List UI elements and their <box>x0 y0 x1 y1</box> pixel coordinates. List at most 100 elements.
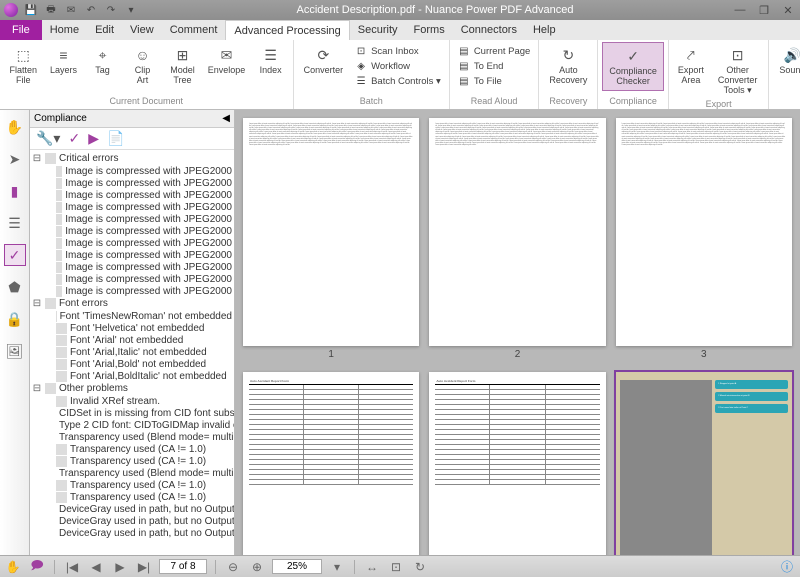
panel-run-icon[interactable]: ▶ <box>88 130 99 147</box>
close-button[interactable]: ✕ <box>780 3 796 17</box>
tree-item[interactable]: Image is compressed with JPEG2000 <box>32 249 232 261</box>
tree-item[interactable]: CIDSet in is missing from CID font subse… <box>32 407 232 419</box>
ribbon-index-button[interactable]: ☰Index <box>253 42 289 79</box>
minimize-button[interactable]: — <box>732 3 748 17</box>
document-view[interactable]: Lorem ipsum dolor sit amet consectetur a… <box>235 110 800 555</box>
status-hand-icon[interactable]: ✋ <box>4 559 22 575</box>
ribbon-workflow-item[interactable]: ◈Workflow <box>353 59 443 73</box>
nav-stamp-icon[interactable]: ⬟ <box>4 276 26 298</box>
nav-hand-icon[interactable]: ✋ <box>4 116 26 138</box>
tree-item[interactable]: Transparency used (CA != 1.0) <box>32 491 232 503</box>
tree-item[interactable]: Image is compressed with JPEG2000 <box>32 273 232 285</box>
nav-compliance-icon[interactable]: ✓ <box>4 244 26 266</box>
tree-item[interactable]: Type 2 CID font: CIDToGIDMap invalid or… <box>32 419 232 431</box>
tree-item[interactable]: Transparency used (Blend mode= multiply… <box>32 467 232 479</box>
tree-item[interactable]: Transparency used (CA != 1.0) <box>32 479 232 491</box>
qat-save-icon[interactable]: 💾 <box>24 3 38 17</box>
zoom-out-icon[interactable]: ⊖ <box>224 559 242 575</box>
ribbon-flatten-button[interactable]: ⬚FlattenFile <box>4 42 43 89</box>
page-thumbnail-1[interactable]: Lorem ipsum dolor sit amet consectetur a… <box>243 118 419 346</box>
nav-lock-icon[interactable]: 🔒 <box>4 308 26 330</box>
view-rotate-icon[interactable]: ↻ <box>411 559 429 575</box>
info-icon[interactable]: ⓘ <box>778 559 796 575</box>
ribbon-auto-button[interactable]: ↻AutoRecovery <box>543 42 593 89</box>
tree-section-critical-errors[interactable]: ⊟Critical errors <box>32 152 232 165</box>
status-last-icon[interactable]: ▶| <box>135 559 153 575</box>
nav-image-icon[interactable]: 🖼 <box>4 340 26 362</box>
tab-help[interactable]: Help <box>525 20 564 40</box>
ribbon-scan-inbox-item[interactable]: ⊡Scan Inbox <box>353 44 443 58</box>
tree-item[interactable]: Image is compressed with JPEG2000 <box>32 177 232 189</box>
ribbon-model-button[interactable]: ⊞ModelTree <box>164 42 200 89</box>
tree-item[interactable]: Font 'TimesNewRoman' not embedded <box>32 310 232 322</box>
tree-item[interactable]: DeviceGray used in path, but no OutputIn… <box>32 503 232 515</box>
tree-item[interactable]: Image is compressed with JPEG2000 <box>32 189 232 201</box>
ribbon-batch-controls---item[interactable]: ☰Batch Controls ▾ <box>353 74 443 88</box>
panel-settings-icon[interactable]: 🔧▾ <box>36 130 60 147</box>
tree-item[interactable]: Image is compressed with JPEG2000 <box>32 237 232 249</box>
ribbon-layers-button[interactable]: ≡Layers <box>45 42 83 79</box>
nav-arrow-icon[interactable]: ➤ <box>4 148 26 170</box>
ribbon-converter-button[interactable]: ⟳Converter <box>298 42 350 79</box>
tab-file[interactable]: File <box>0 20 42 40</box>
tree-item[interactable]: DeviceGray used in path, but no OutputIn… <box>32 527 232 539</box>
nav-doc-icon[interactable]: ☰ <box>4 212 26 234</box>
ribbon-other-converter-button[interactable]: ⊡Other ConverterTools ▾ <box>711 42 765 99</box>
tree-item[interactable]: Transparency used (CA != 1.0) <box>32 443 232 455</box>
qat-undo-icon[interactable]: ↶ <box>84 3 98 17</box>
panel-check-icon[interactable]: ✓ <box>68 130 80 147</box>
ribbon-current-page-item[interactable]: ▤Current Page <box>456 44 533 58</box>
nav-page-icon[interactable]: ▮ <box>4 180 26 202</box>
tree-item[interactable]: Transparency used (CA != 1.0) <box>32 455 232 467</box>
page-input[interactable] <box>159 559 207 574</box>
page-thumbnail-3[interactable]: Lorem ipsum dolor sit amet consectetur a… <box>616 118 792 346</box>
status-next-icon[interactable]: ▶ <box>111 559 129 575</box>
page-thumbnail-4[interactable]: Auto Accident Report Form <box>243 372 419 555</box>
tab-view[interactable]: View <box>122 20 162 40</box>
page-thumbnail-2[interactable]: Lorem ipsum dolor sit amet consectetur a… <box>429 118 605 346</box>
ribbon-export-button[interactable]: ⤤ExportArea <box>673 42 709 89</box>
status-prev-icon[interactable]: ◀ <box>87 559 105 575</box>
ribbon-envelope-button[interactable]: ✉Envelope <box>202 42 250 79</box>
status-note-icon[interactable]: 🗩 <box>28 559 46 575</box>
tree-item[interactable]: Image is compressed with JPEG2000 <box>32 201 232 213</box>
qat-mail-icon[interactable]: ✉ <box>64 3 78 17</box>
tab-security[interactable]: Security <box>350 20 406 40</box>
tree-item[interactable]: Image is compressed with JPEG2000 <box>32 165 232 177</box>
ribbon-tag-button[interactable]: ⌖Tag <box>85 42 121 79</box>
tab-forms[interactable]: Forms <box>406 20 453 40</box>
ribbon-compliance-button[interactable]: ✓ComplianceChecker <box>602 42 664 91</box>
tree-item[interactable]: Font 'Arial' not embedded <box>32 334 232 346</box>
zoom-value[interactable]: 25% <box>272 559 322 574</box>
tree-item[interactable]: DeviceGray used in path, but no OutputIn… <box>32 515 232 527</box>
tree-item[interactable]: Font 'Helvetica' not embedded <box>32 322 232 334</box>
tree-item[interactable]: Font 'Arial,Italic' not embedded <box>32 346 232 358</box>
page-thumbnail-6[interactable]: 1 Stopped at point A2 Moved into interse… <box>616 372 792 555</box>
ribbon-sound-button[interactable]: 🔊Sound <box>773 42 800 79</box>
tree-item[interactable]: Image is compressed with JPEG2000 <box>32 285 232 297</box>
ribbon-to-end-item[interactable]: ▤To End <box>456 59 533 73</box>
tab-edit[interactable]: Edit <box>87 20 122 40</box>
tab-advanced-processing[interactable]: Advanced Processing <box>225 20 349 41</box>
view-fit-width-icon[interactable]: ↔ <box>363 559 381 575</box>
tab-home[interactable]: Home <box>42 20 87 40</box>
tree-section-font-errors[interactable]: ⊟Font errors <box>32 297 232 310</box>
tree-item[interactable]: Transparency used (Blend mode= multiply… <box>32 431 232 443</box>
view-fit-page-icon[interactable]: ⊡ <box>387 559 405 575</box>
qat-print-icon[interactable]: 🖶 <box>44 3 58 17</box>
ribbon-clip-art-button[interactable]: ☺Clip Art <box>123 42 163 89</box>
panel-collapse-icon[interactable]: ◀ <box>222 113 230 124</box>
qat-redo-icon[interactable]: ↷ <box>104 3 118 17</box>
tree-item[interactable]: Font 'Arial,Bold' not embedded <box>32 358 232 370</box>
tree-item[interactable]: Image is compressed with JPEG2000 <box>32 261 232 273</box>
tab-connectors[interactable]: Connectors <box>453 20 525 40</box>
status-first-icon[interactable]: |◀ <box>63 559 81 575</box>
panel-report-icon[interactable]: 📄 <box>107 130 124 147</box>
tab-comment[interactable]: Comment <box>162 20 226 40</box>
tree-item[interactable]: Invalid XRef stream. <box>32 395 232 407</box>
maximize-button[interactable]: ❐ <box>756 3 772 17</box>
page-thumbnail-5[interactable]: Auto Accident Report Form <box>429 372 605 555</box>
tree-item[interactable]: Image is compressed with JPEG2000 <box>32 213 232 225</box>
ribbon-to-file-item[interactable]: ▤To File <box>456 74 533 88</box>
tree-item[interactable]: Image is compressed with JPEG2000 <box>32 225 232 237</box>
